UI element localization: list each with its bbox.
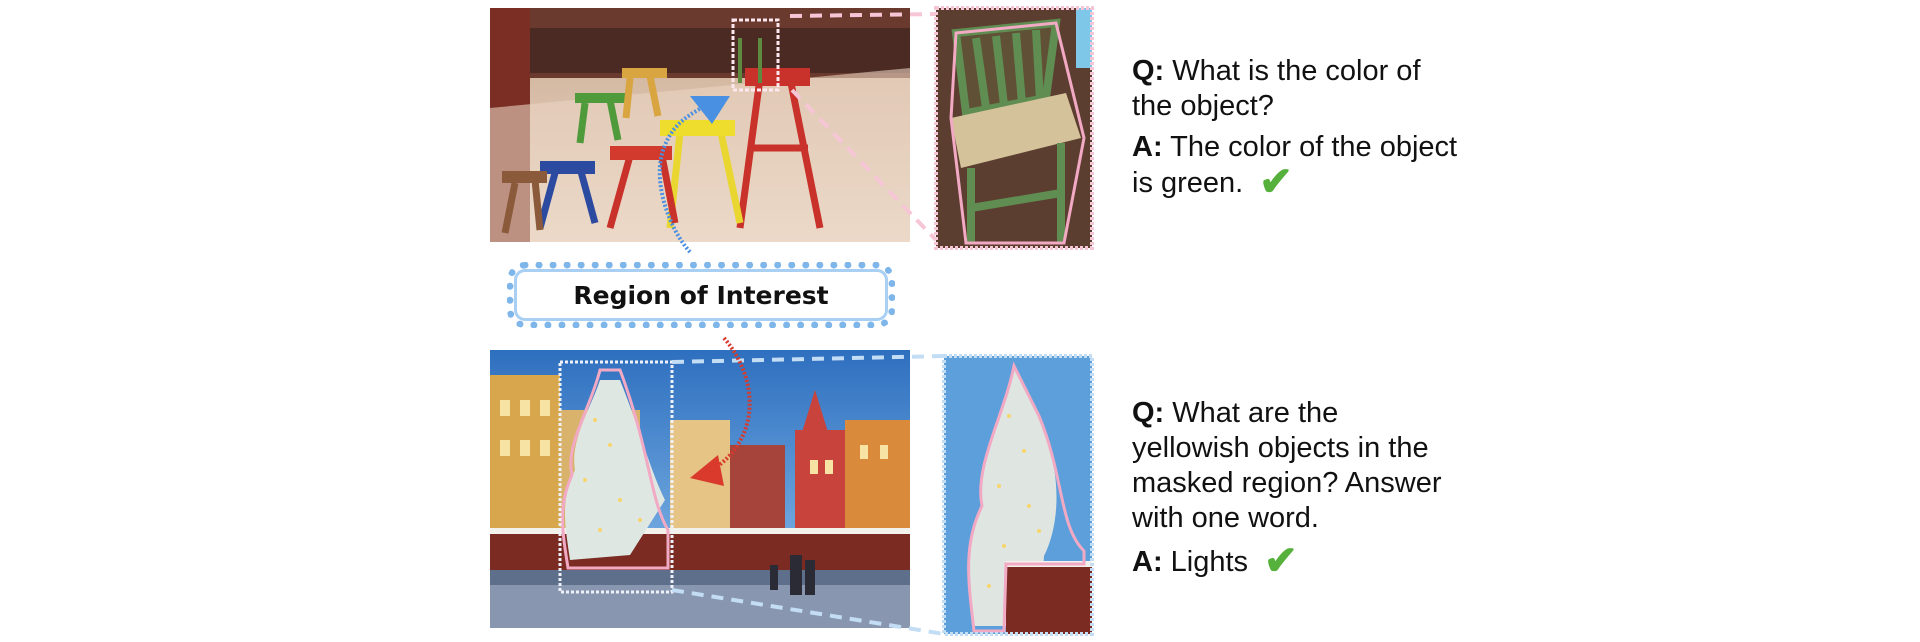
bottom-question-text: What are the yellowish objects in the ma… — [1132, 397, 1442, 534]
top-answer: A: The color of the object is green. ✔ — [1132, 130, 1462, 204]
christmas-market-photo — [490, 350, 910, 628]
zoomed-chair-photo — [936, 8, 1092, 248]
top-question-text: What is the color of the object? — [1132, 55, 1421, 122]
bottom-answer-text: Lights — [1170, 546, 1249, 578]
bottom-a-prefix: A: — [1132, 546, 1163, 578]
top-a-prefix: A: — [1132, 131, 1163, 163]
top-qa-block: Q: What is the color of the object? A: T… — [1132, 54, 1462, 204]
stools-photo — [490, 8, 910, 242]
zoomed-tree-photo — [944, 356, 1092, 634]
region-of-interest-box: Region of Interest — [507, 262, 895, 328]
checkmark-icon: ✔ — [1259, 160, 1293, 204]
top-q-prefix: Q: — [1132, 55, 1165, 87]
bottom-q-prefix: Q: — [1132, 397, 1165, 429]
checkmark-icon: ✔ — [1264, 539, 1298, 583]
bottom-qa-block: Q: What are the yellowish objects in the… — [1132, 396, 1462, 581]
top-question: Q: What is the color of the object? — [1132, 54, 1462, 124]
top-answer-text: The color of the object is green. — [1132, 131, 1458, 199]
bottom-answer: A: Lights ✔ — [1132, 541, 1462, 581]
bottom-question: Q: What are the yellowish objects in the… — [1132, 396, 1462, 536]
region-of-interest-label: Region of Interest — [573, 280, 829, 310]
